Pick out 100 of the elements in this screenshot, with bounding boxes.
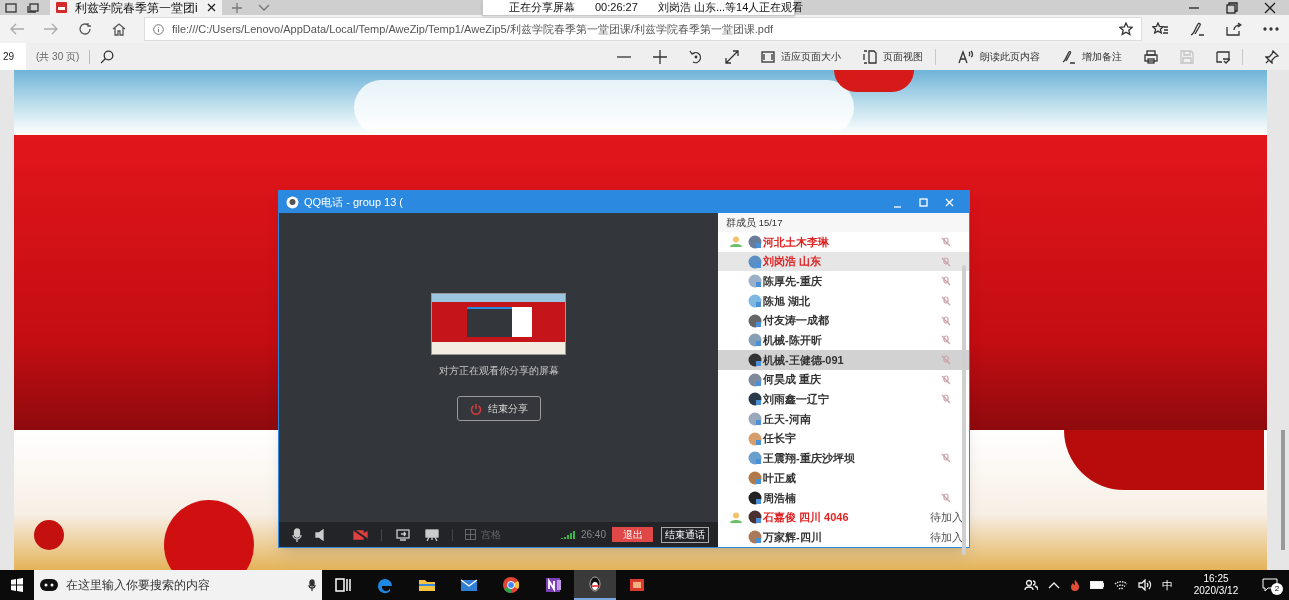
share-screen-button[interactable] xyxy=(394,528,411,541)
zoom-out-icon xyxy=(617,55,631,58)
print-button[interactable] xyxy=(1144,49,1158,64)
signal-strength-icon xyxy=(560,530,576,539)
avatar-icon xyxy=(748,490,762,505)
power-icon xyxy=(469,402,482,415)
penguin-app-button[interactable] xyxy=(574,570,616,600)
avatar-icon xyxy=(748,412,762,427)
fullscreen-icon xyxy=(725,49,739,64)
notifications-icon xyxy=(1262,578,1278,592)
address-field[interactable]: file:///C:/Users/Lenovo/AppData/Local/Temp/AweZip/Temp1/AweZip5/利兹学院春季第一堂团课/利兹学院春季第一堂团课.pdf xyxy=(144,17,1142,41)
exit-button[interactable]: 退出 xyxy=(612,527,653,542)
search-placeholder: 在这里输入你要搜索的内容 xyxy=(66,577,211,594)
browser-tab[interactable]: 利兹学院春季第一堂团i xyxy=(50,0,222,15)
avatar-icon xyxy=(748,471,762,486)
member-row[interactable]: 河北土木李琳 xyxy=(718,232,969,252)
member-name: 机械-陈开昕 xyxy=(763,333,822,349)
search-button[interactable] xyxy=(100,49,115,64)
member-name: 石嘉俊 四川 4046 xyxy=(763,510,849,526)
member-row[interactable]: 机械-陈开昕 xyxy=(718,330,969,351)
chrome-app-icon xyxy=(501,575,521,595)
show-hidden-icons-button[interactable] xyxy=(1048,581,1060,589)
camera-button[interactable] xyxy=(352,529,369,540)
zoom-out-button[interactable] xyxy=(617,55,631,58)
pin-button[interactable] xyxy=(1265,49,1279,64)
print-icon xyxy=(1144,49,1158,64)
favorite-star-button[interactable] xyxy=(1119,22,1133,36)
member-name: 河北土木李琳 xyxy=(763,234,829,250)
zoom-in-icon xyxy=(653,49,667,64)
member-row[interactable]: 万家辉-四川 待加入 xyxy=(718,527,969,547)
forward-icon xyxy=(43,23,59,35)
sharing-label: 正在分享屏幕 xyxy=(509,0,575,16)
clock[interactable]: 16:25 2020/3/12 xyxy=(1187,573,1245,597)
member-name: 万家辉-四川 xyxy=(763,529,822,545)
whiteboard-button[interactable] xyxy=(423,528,440,541)
rotate-button[interactable] xyxy=(689,49,703,64)
notes-pen-button[interactable] xyxy=(1189,21,1206,37)
refresh-icon xyxy=(78,22,92,36)
close-tab-icon xyxy=(207,3,216,12)
member-row[interactable]: 机械-王健德-091 xyxy=(718,350,969,370)
avatar-icon xyxy=(748,333,762,348)
favorites-button[interactable] xyxy=(1152,21,1169,37)
rotate-icon xyxy=(689,49,703,64)
avatar-icon xyxy=(748,510,762,525)
whiteboard-icon xyxy=(424,528,439,541)
people-icon xyxy=(1024,579,1038,591)
read-aloud-button[interactable]: 朗读此页内容 xyxy=(958,49,1040,64)
fit-page-button[interactable]: 适应页面大小 xyxy=(761,49,841,64)
member-row[interactable]: 陈厚先-重庆 xyxy=(718,271,969,292)
more-tools-button[interactable] xyxy=(1216,49,1230,64)
call-window-title: QQ电话 - group 13 ( xyxy=(304,194,404,210)
add-note-button[interactable]: 增加备注 xyxy=(1062,49,1122,64)
more-icon xyxy=(1262,27,1279,31)
battery-icon xyxy=(1090,581,1104,589)
notebook-app-icon xyxy=(543,575,563,595)
read-aloud-icon xyxy=(958,49,974,64)
avatar-icon xyxy=(748,234,762,249)
avatar-icon xyxy=(748,451,762,466)
scrollbar[interactable] xyxy=(1281,430,1285,550)
clock-time: 16:25 xyxy=(1203,573,1229,585)
member-row[interactable]: 丘天-河南 xyxy=(718,409,969,429)
zoom-in-button[interactable] xyxy=(653,49,667,64)
taskbar-search-field[interactable]: 在这里输入你要搜索的内容 xyxy=(34,570,322,600)
save-icon xyxy=(1180,49,1194,64)
member-row[interactable]: 叶正威 xyxy=(718,468,969,488)
page-number-field[interactable]: 29 xyxy=(0,43,26,70)
fullscreen-button[interactable] xyxy=(725,49,739,64)
member-status: 待加入 xyxy=(930,510,963,526)
notifications-button[interactable]: 2 xyxy=(1255,575,1285,595)
cortana-icon xyxy=(40,579,58,591)
people-button[interactable] xyxy=(1024,579,1038,591)
member-name: 王震翔-重庆沙坪坝 xyxy=(763,451,855,467)
member-row[interactable]: 陈旭 湖北 xyxy=(718,291,969,311)
flame-icon xyxy=(1070,579,1080,591)
url-text: file:///C:/Users/Lenovo/AppData/Local/Temp/AweZip/Temp1/AweZip5/利兹学院春季第一堂团课/利兹学院春季第一堂团课.pdf xyxy=(172,21,775,37)
member-status: 待加入 xyxy=(930,529,963,545)
input-method-button[interactable]: 中 xyxy=(1162,576,1173,594)
call-close-icon xyxy=(944,197,954,207)
tab-menu-icon xyxy=(258,3,270,12)
add-note-icon xyxy=(1062,49,1076,64)
voice-search-button[interactable] xyxy=(308,579,316,591)
member-name: 丘天-河南 xyxy=(763,411,811,427)
close-tab-button[interactable] xyxy=(207,3,216,12)
grid-icon xyxy=(465,529,476,540)
viewers-text: 刘岗浩 山东...等14人正在观看 xyxy=(657,0,804,16)
restore-icon xyxy=(1226,1,1238,14)
end-call-button[interactable]: 结束通话 xyxy=(661,526,709,543)
share-button[interactable] xyxy=(1225,21,1242,37)
call-minimize-icon xyxy=(892,206,902,208)
notification-count: 2 xyxy=(1271,583,1283,595)
page-view-button[interactable]: 页面视图 xyxy=(863,49,923,64)
member-list-scrollbar[interactable] xyxy=(962,265,966,555)
stop-sharing-button[interactable]: 结束分享 xyxy=(456,396,541,421)
sharing-time: 00:26:27 xyxy=(595,0,638,16)
clock-date: 2020/3/12 xyxy=(1193,585,1239,597)
favorites-icon xyxy=(1152,22,1169,36)
avatar-icon xyxy=(748,392,762,407)
microphone-icon xyxy=(291,527,302,542)
back-icon xyxy=(9,23,25,35)
call-duration: 26:40 xyxy=(580,528,606,542)
